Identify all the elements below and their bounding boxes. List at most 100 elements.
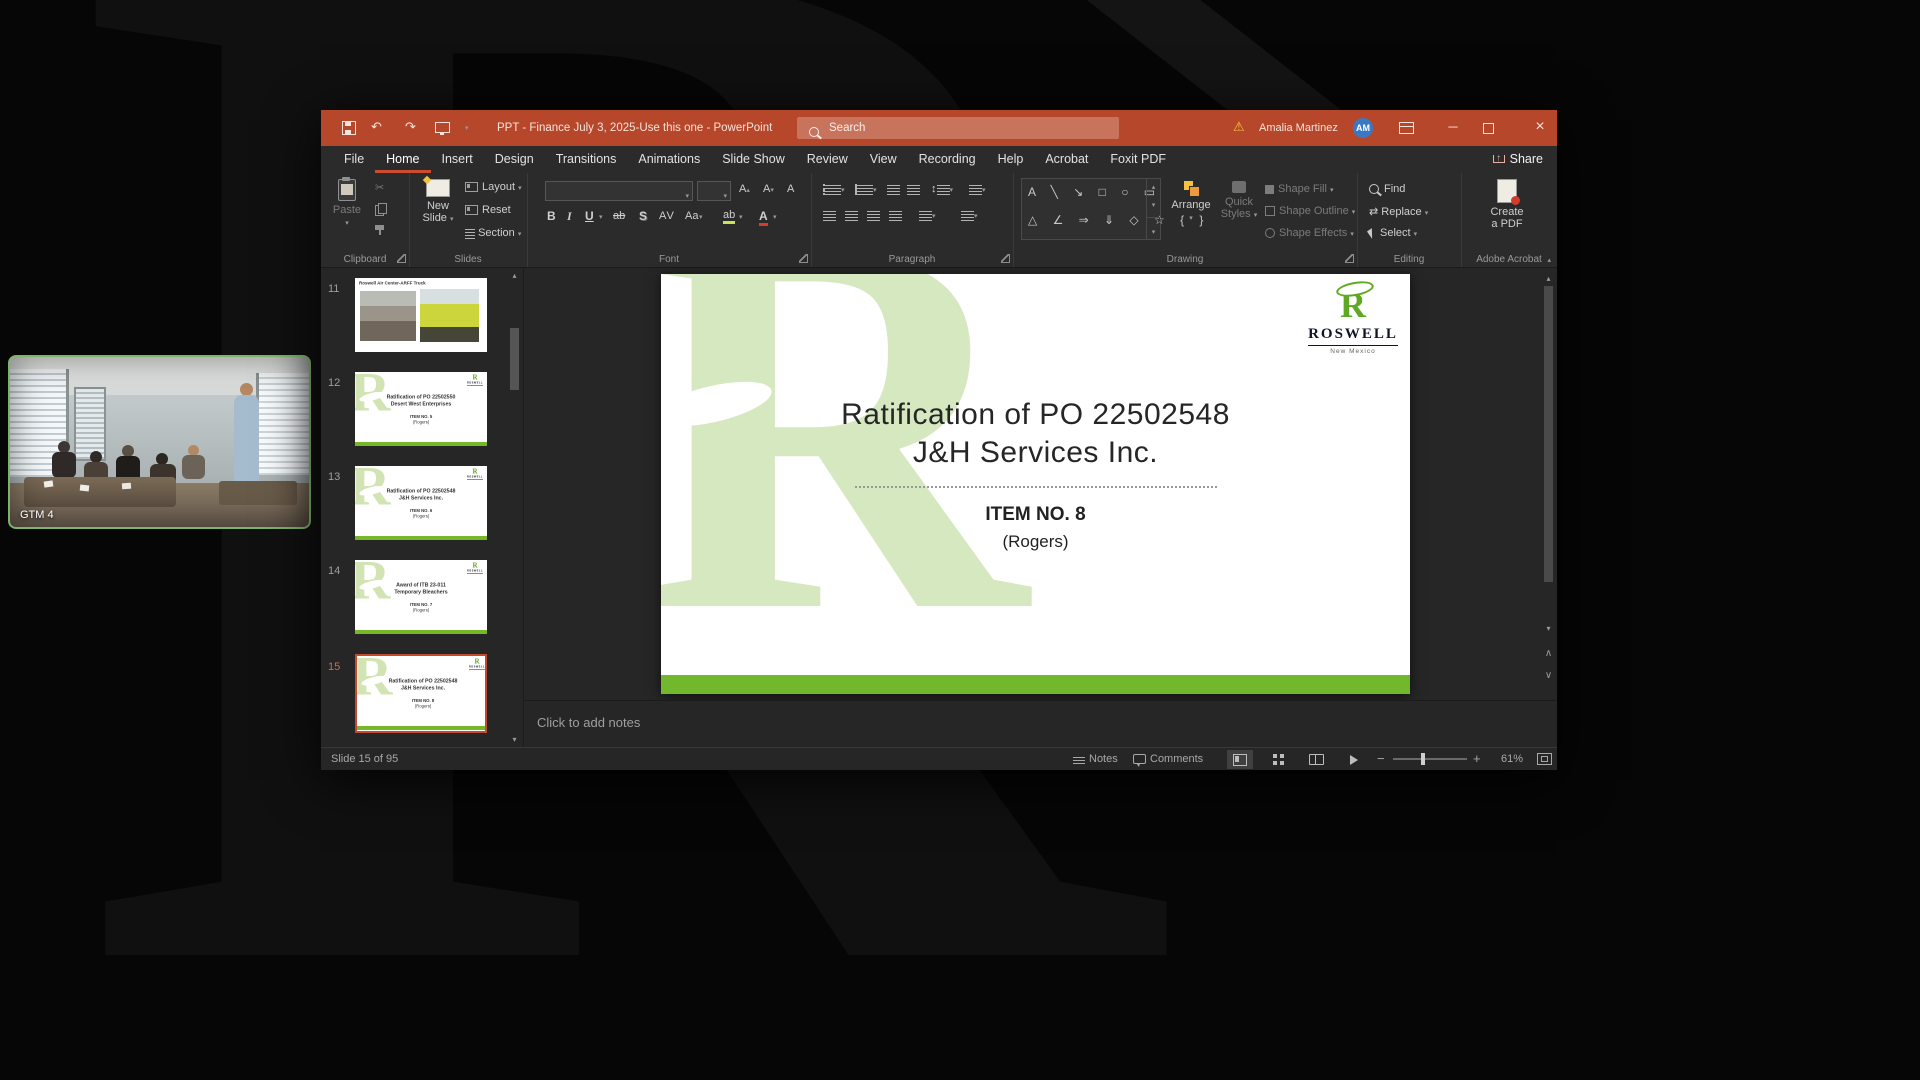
grow-font-button[interactable]: A▴ [739, 183, 750, 195]
change-case-button[interactable]: Aa [685, 210, 698, 222]
select-button[interactable]: Select ▾ [1369, 227, 1417, 239]
tab-slide-show[interactable]: Slide Show [711, 146, 796, 173]
maximize-button[interactable] [1483, 123, 1494, 137]
clipboard-dialog-launcher-icon[interactable] [397, 254, 406, 263]
zoom-out-button[interactable]: − [1377, 748, 1385, 770]
slide-thumbnail-13[interactable]: R RROSWELL Ratification of PO 22502548 J… [355, 466, 487, 540]
quick-styles-button[interactable]: QuickStyles ▾ [1217, 181, 1261, 220]
tab-foxit-pdf[interactable]: Foxit PDF [1099, 146, 1177, 173]
shapes-gallery-scrollbar[interactable]: ▴ ▾ ▾ [1146, 179, 1160, 239]
bold-button[interactable]: B [547, 209, 556, 223]
redo-button[interactable]: ↷ [405, 119, 416, 135]
zoom-slider[interactable] [1393, 758, 1467, 760]
tab-review[interactable]: Review [796, 146, 859, 173]
thumbnail-scrollbar[interactable]: ▴ ▾ [508, 268, 521, 747]
font-size-combo[interactable]: ▾ [697, 181, 731, 201]
paragraph-dialog-launcher-icon[interactable] [1001, 254, 1010, 263]
quick-access-customize-icon[interactable]: ▾ [465, 124, 469, 132]
cut-button[interactable]: ✂ [375, 181, 384, 194]
justify-button[interactable] [889, 209, 902, 221]
reset-button[interactable]: Reset [465, 204, 511, 216]
shape-outline-button[interactable]: Shape Outline ▾ [1265, 205, 1355, 217]
ribbon-display-options-icon[interactable] [1399, 122, 1414, 137]
view-slideshow-button[interactable] [1341, 750, 1367, 769]
align-right-button[interactable] [867, 209, 880, 221]
clear-formatting-button[interactable]: A [787, 183, 794, 195]
shape-fill-button[interactable]: Shape Fill ▾ [1265, 183, 1334, 195]
numbering-button[interactable]: ▾ [855, 183, 877, 195]
next-slide-button[interactable]: ∨ [1542, 670, 1555, 681]
notes-pane[interactable]: Click to add notes [525, 700, 1557, 747]
account-avatar[interactable]: AM [1353, 118, 1373, 138]
view-reading-button[interactable] [1303, 750, 1329, 769]
notes-toggle[interactable]: Notes [1073, 748, 1118, 770]
tab-transitions[interactable]: Transitions [545, 146, 628, 173]
find-button[interactable]: Find [1369, 183, 1405, 195]
scroll-up-icon[interactable]: ▴ [508, 268, 521, 280]
tab-insert[interactable]: Insert [431, 146, 484, 173]
text-direction-button[interactable]: ▾ [969, 183, 986, 195]
view-slide-sorter-button[interactable] [1265, 750, 1291, 769]
scroll-down-icon[interactable]: ▾ [1542, 624, 1555, 633]
format-painter-button[interactable] [375, 225, 385, 238]
align-left-button[interactable] [823, 209, 836, 221]
slide-thumbnail-15-selected[interactable]: R RROSWELL Ratification of PO 22502548 J… [355, 654, 487, 733]
slide-thumbnail-12[interactable]: R RROSWELL Ratification of PO 22502550 D… [355, 372, 487, 446]
close-button[interactable]: × [1523, 110, 1557, 144]
line-spacing-button[interactable]: ↕▾ [931, 183, 953, 195]
share-button[interactable]: Share [1493, 146, 1543, 173]
slide-item-number[interactable]: ITEM NO. 8 [661, 504, 1410, 526]
slide-title-line1[interactable]: Ratification of PO 22502548 [661, 398, 1410, 432]
zoom-in-button[interactable]: + [1473, 748, 1481, 770]
section-button[interactable]: Section ▾ [465, 227, 521, 239]
undo-button[interactable]: ↶ [371, 119, 382, 135]
tab-view[interactable]: View [859, 146, 908, 173]
font-dialog-launcher-icon[interactable] [799, 254, 808, 263]
paste-button[interactable]: Paste▾ [327, 179, 367, 228]
tab-file[interactable]: File [333, 146, 375, 173]
underline-button[interactable]: U [585, 209, 594, 223]
webcam-tile[interactable]: GTM 4 [8, 355, 311, 529]
slide-thumbnail-11[interactable]: Roswell Air Center-ARFF Truck [355, 278, 487, 352]
account-name[interactable]: Amalia Martinez [1259, 110, 1338, 146]
change-case-dropdown-icon[interactable]: ▾ [699, 213, 703, 221]
tab-acrobat[interactable]: Acrobat [1034, 146, 1099, 173]
underline-dropdown-icon[interactable]: ▾ [599, 213, 603, 221]
italic-button[interactable]: I [567, 209, 572, 224]
decrease-indent-button[interactable] [887, 183, 900, 195]
tab-home[interactable]: Home [375, 146, 430, 173]
collapse-ribbon-icon[interactable]: ▴ [1547, 256, 1551, 264]
scrollbar-thumb[interactable] [1544, 286, 1553, 582]
shapes-gallery[interactable]: A ╲ ↘ □ ○ ▭ △ ∠ ⇒ ⇓ ◇ ☆ { } ▴ ▾ ▾ [1021, 178, 1161, 240]
slide-canvas[interactable]: R R ROSWELL New Mexico Ratification of P… [661, 274, 1410, 694]
layout-button[interactable]: Layout ▾ [465, 181, 522, 193]
scroll-up-icon[interactable]: ▴ [1542, 272, 1555, 283]
zoom-slider-thumb[interactable] [1421, 753, 1425, 765]
slide-thumbnail-14[interactable]: R RROSWELL Award of ITB 23-011 Temporary… [355, 560, 487, 634]
tab-help[interactable]: Help [987, 146, 1035, 173]
view-normal-button[interactable] [1227, 750, 1253, 769]
scroll-down-icon[interactable]: ▾ [508, 735, 521, 744]
previous-slide-button[interactable]: ∧ [1542, 648, 1555, 659]
font-color-button[interactable]: A [759, 209, 768, 226]
character-spacing-button[interactable]: AV [659, 210, 675, 222]
search-input[interactable]: Search [797, 117, 1119, 139]
drawing-dialog-launcher-icon[interactable] [1345, 254, 1354, 263]
zoom-percentage[interactable]: 61% [1501, 748, 1523, 770]
minimize-button[interactable]: ─ [1433, 110, 1473, 144]
notes-placeholder[interactable]: Click to add notes [537, 715, 640, 730]
strikethrough-button[interactable]: ab [613, 210, 625, 222]
bullets-button[interactable]: ▾ [823, 183, 845, 195]
editor-scrollbar[interactable]: ▴ ▾ ∧ ∨ [1542, 272, 1555, 696]
new-slide-button[interactable]: NewSlide ▾ [415, 179, 461, 224]
shape-effects-button[interactable]: Shape Effects ▾ [1265, 227, 1354, 239]
shrink-font-button[interactable]: A▾ [763, 183, 774, 195]
font-color-dropdown-icon[interactable]: ▾ [773, 213, 777, 221]
fit-to-window-button[interactable] [1537, 748, 1552, 770]
scrollbar-thumb[interactable] [510, 328, 519, 390]
copy-button[interactable] [375, 203, 386, 218]
columns-button[interactable]: ▾ [919, 209, 936, 221]
start-presentation-icon[interactable] [435, 122, 450, 136]
comments-toggle[interactable]: Comments [1133, 748, 1203, 770]
arrange-button[interactable]: Arrange▾ [1167, 181, 1215, 223]
